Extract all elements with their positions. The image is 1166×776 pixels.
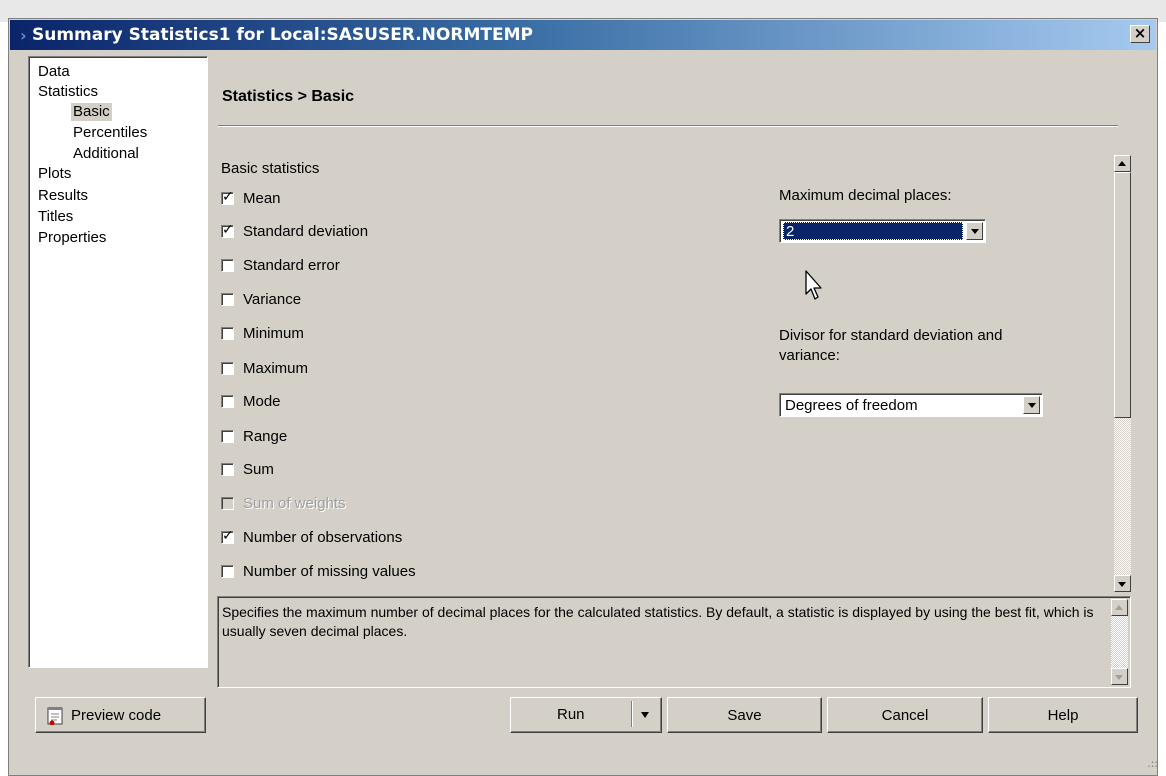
stat-option-standard-error[interactable]: Standard error: [221, 255, 340, 275]
stat-label: Standard error: [243, 256, 340, 274]
stat-option-minimum[interactable]: Minimum: [221, 323, 304, 343]
run-button[interactable]: Run: [510, 697, 662, 733]
save-button[interactable]: Save: [667, 697, 822, 733]
resize-grip-icon[interactable]: .::: [1147, 757, 1158, 770]
preview-code-icon: [47, 707, 63, 725]
nav-item-additional[interactable]: Additional: [73, 145, 139, 163]
checkbox[interactable]: [221, 462, 234, 476]
checkbox[interactable]: [221, 326, 234, 340]
stat-option-maximum[interactable]: Maximum: [221, 358, 308, 378]
stat-label: Range: [243, 427, 288, 445]
nav-item-plots[interactable]: Plots: [38, 165, 71, 183]
arrow-down-icon: [1115, 675, 1123, 680]
save-label: Save: [727, 706, 762, 724]
chevron-down-icon: [1028, 403, 1036, 408]
nav-item-percentiles[interactable]: Percentiles: [73, 124, 147, 142]
stat-option-variance[interactable]: Variance: [221, 289, 301, 309]
stat-option-sum[interactable]: Sum: [221, 459, 274, 479]
stat-label: Number of missing values: [243, 562, 416, 580]
title-bar[interactable]: › Summary Statistics1 for Local:SASUSER.…: [10, 20, 1156, 50]
nav-item-basic[interactable]: Basic: [71, 103, 112, 121]
app-icon: ›: [20, 26, 27, 45]
navigation-tree: Data Statistics Basic Percentiles Additi…: [28, 56, 208, 668]
stat-label: Minimum: [243, 324, 304, 342]
checkbox[interactable]: [221, 564, 234, 578]
nav-item-statistics[interactable]: Statistics: [38, 83, 98, 101]
stat-label: Standard deviation: [243, 222, 369, 240]
preview-code-label: Preview code: [71, 706, 162, 724]
stat-option-range[interactable]: Range: [221, 426, 287, 446]
page-title: Statistics > Basic: [222, 88, 355, 105]
chevron-down-icon[interactable]: [641, 712, 649, 718]
cancel-button[interactable]: Cancel: [827, 697, 983, 733]
scroll-down-button[interactable]: [1111, 668, 1128, 685]
preview-code-button[interactable]: Preview code: [35, 697, 206, 733]
checkbox: [221, 496, 234, 510]
scroll-up-button[interactable]: [1114, 155, 1131, 172]
checkbox[interactable]: ✓: [221, 188, 234, 205]
divisor-value: Degrees of freedom: [785, 397, 918, 414]
stat-label: Maximum: [243, 359, 309, 377]
stat-label: Sum: [243, 460, 274, 478]
chevron-down-icon: [971, 229, 979, 234]
nav-item-properties[interactable]: Properties: [38, 229, 106, 247]
arrow-up-icon: [1115, 605, 1123, 610]
check-icon: ✓: [222, 188, 234, 205]
checkbox[interactable]: [221, 394, 234, 408]
stat-label: Sum of weights: [243, 494, 346, 512]
header-divider: [218, 125, 1118, 127]
scroll-thumb[interactable]: [1114, 172, 1131, 418]
section-label: Basic statistics: [221, 160, 320, 177]
divisor-label-line1: Divisor for standard deviation and: [779, 327, 1003, 344]
run-split-divider: [631, 701, 633, 727]
help-description-box: Specifies the maximum number of decimal …: [217, 596, 1131, 688]
options-scrollbar[interactable]: [1114, 155, 1131, 592]
cancel-label: Cancel: [881, 706, 929, 724]
divisor-label-line2: variance:: [779, 347, 840, 364]
stat-option-mean[interactable]: ✓ Mean: [221, 188, 281, 208]
scroll-up-button[interactable]: [1111, 599, 1128, 616]
window-title: Summary Statistics1 for Local:SASUSER.NO…: [32, 25, 533, 45]
nav-item-results[interactable]: Results: [38, 187, 88, 205]
help-label: Help: [1047, 706, 1079, 724]
help-scrollbar[interactable]: [1111, 599, 1128, 685]
arrow-down-icon: [1118, 582, 1126, 587]
divisor-select[interactable]: Degrees of freedom: [779, 393, 1043, 417]
stat-label: Mode: [243, 392, 281, 410]
close-icon: ×: [1133, 24, 1147, 42]
dropdown-button[interactable]: [966, 222, 983, 240]
checkbox[interactable]: [221, 361, 234, 375]
stat-option-number-of-observations[interactable]: ✓ Number of observations: [221, 527, 402, 547]
max-decimal-label: Maximum decimal places:: [779, 187, 952, 204]
help-button[interactable]: Help: [988, 697, 1138, 733]
help-text: Specifies the maximum number of decimal …: [222, 604, 1094, 639]
dropdown-button[interactable]: [1023, 396, 1040, 414]
checkbox[interactable]: [221, 258, 234, 272]
nav-item-titles[interactable]: Titles: [38, 208, 73, 226]
stat-label: Mean: [243, 189, 281, 207]
max-decimal-select[interactable]: 2: [779, 219, 986, 243]
arrow-up-icon: [1118, 161, 1126, 166]
stat-option-standard-deviation[interactable]: ✓ Standard deviation: [221, 221, 368, 241]
checkbox[interactable]: [221, 292, 234, 306]
stat-option-mode[interactable]: Mode: [221, 391, 281, 411]
checkbox[interactable]: ✓: [221, 221, 234, 238]
stat-label: Number of observations: [243, 528, 403, 546]
checkbox[interactable]: ✓: [221, 527, 234, 544]
stat-option-sum-of-weights: Sum of weights: [221, 493, 346, 513]
stat-option-number-of-missing-values[interactable]: Number of missing values: [221, 561, 416, 581]
close-button[interactable]: ×: [1130, 25, 1150, 43]
max-decimal-value: 2: [783, 222, 963, 240]
stat-label: Variance: [243, 290, 302, 308]
run-label: Run: [557, 706, 585, 723]
check-icon: ✓: [222, 221, 234, 238]
scroll-down-button[interactable]: [1114, 575, 1131, 592]
check-icon: ✓: [222, 527, 234, 544]
mouse-cursor-icon: [805, 270, 822, 300]
checkbox[interactable]: [221, 429, 234, 443]
nav-item-data[interactable]: Data: [38, 63, 70, 81]
